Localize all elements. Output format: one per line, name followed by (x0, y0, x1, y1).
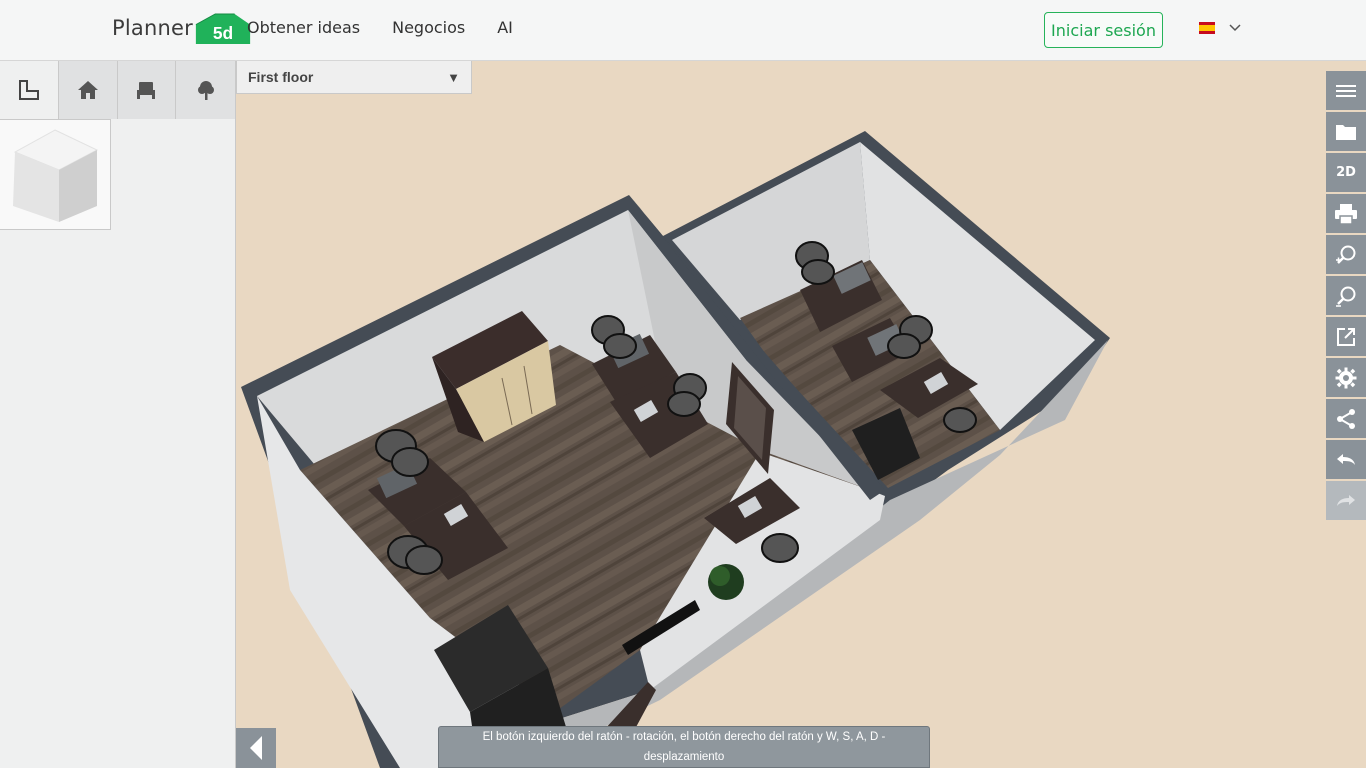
logo-badge-text: 5d (213, 23, 233, 43)
tab-floor-plan[interactable] (0, 61, 59, 119)
floor-selector[interactable]: First floor ▼ (236, 61, 472, 94)
print-icon (1335, 203, 1357, 225)
chevron-left-icon (250, 736, 262, 760)
spain-flag-icon (1199, 22, 1215, 34)
right-toolbar: 2D (1326, 71, 1366, 522)
external-link-button[interactable] (1326, 317, 1366, 356)
cube-icon (13, 128, 99, 222)
house-icon (77, 81, 98, 99)
main-nav: Obtener ideas Negocios AI (247, 18, 513, 37)
chevron-down-icon (1229, 24, 1241, 32)
zoom-in-icon (1336, 245, 1356, 264)
undo-button[interactable] (1326, 440, 1366, 479)
share-button[interactable] (1326, 399, 1366, 438)
furniture-icon (137, 82, 156, 99)
open-project-button[interactable] (1326, 112, 1366, 151)
3d-canvas[interactable] (236, 61, 1326, 768)
floor-plan-icon (18, 80, 39, 100)
tab-exterior[interactable] (176, 61, 235, 119)
collapse-panel-button[interactable] (236, 728, 276, 768)
tree-icon (197, 81, 214, 100)
zoom-out-icon (1336, 286, 1356, 307)
logo-text: Planner (112, 16, 193, 40)
redo-icon (1337, 494, 1355, 506)
tab-house[interactable] (58, 61, 118, 119)
nav-obtener-ideas[interactable]: Obtener ideas (247, 18, 360, 37)
print-button[interactable] (1326, 194, 1366, 233)
logo-badge-icon: 5d (195, 12, 251, 44)
left-panel (0, 61, 236, 768)
zoom-in-button[interactable] (1326, 235, 1366, 274)
nav-ai[interactable]: AI (497, 18, 513, 37)
redo-button[interactable] (1326, 481, 1366, 520)
planner5d-logo[interactable]: Planner 5d (112, 12, 251, 44)
floor-selector-value: First floor (248, 69, 314, 85)
folder-icon (1336, 124, 1356, 140)
top-header: Planner 5d Obtener ideas Negocios AI Ini… (0, 0, 1366, 61)
language-selector[interactable] (1199, 22, 1241, 34)
tab-furniture[interactable] (117, 61, 177, 119)
login-button[interactable]: Iniciar sesión (1044, 12, 1163, 48)
catalog-item-cube[interactable] (0, 119, 111, 230)
menu-button[interactable] (1326, 71, 1366, 110)
settings-button[interactable] (1326, 358, 1366, 397)
dropdown-arrow-icon: ▼ (447, 69, 460, 85)
zoom-out-button[interactable] (1326, 276, 1366, 315)
external-link-icon (1337, 327, 1355, 346)
nav-negocios[interactable]: Negocios (392, 18, 465, 37)
share-icon (1337, 408, 1355, 429)
view-2d-button[interactable]: 2D (1326, 153, 1366, 192)
menu-icon (1336, 84, 1356, 97)
settings-icon (1335, 367, 1357, 388)
3d-scene (241, 131, 1110, 768)
category-tabs (0, 61, 235, 119)
undo-icon (1337, 453, 1355, 465)
controls-hint: El botón izquierdo del ratón - rotación,… (438, 726, 930, 768)
